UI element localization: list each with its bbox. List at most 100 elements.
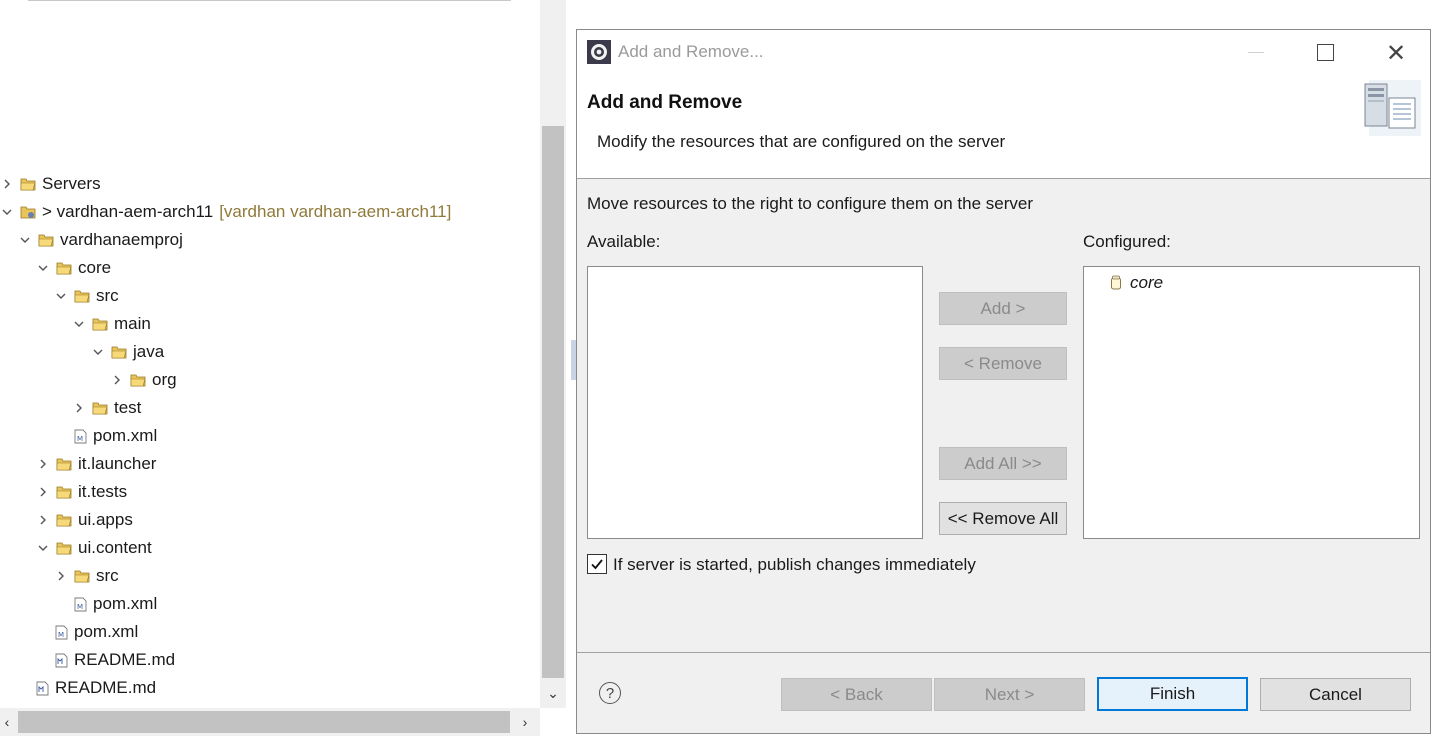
chevron-down-icon[interactable]: [91, 345, 105, 359]
chevron-left-icon[interactable]: ‹: [0, 714, 14, 730]
horizontal-scrollbar[interactable]: ‹ ›: [0, 708, 540, 736]
folder-icon: [111, 346, 127, 359]
tree-item-main[interactable]: main: [72, 310, 151, 338]
back-button[interactable]: < Back: [781, 678, 932, 711]
list-item-label: core: [1130, 273, 1164, 292]
vertical-scrollbar[interactable]: ⌄: [540, 0, 566, 708]
page-description: Modify the resources that are configured…: [597, 132, 1006, 151]
markdown-file-icon: [55, 653, 68, 667]
project-folder-icon: [20, 206, 36, 219]
tree-item-label: pom.xml: [93, 426, 158, 445]
maven-file-icon: M: [55, 625, 68, 639]
chevron-right-icon[interactable]: [36, 513, 50, 527]
folder-icon: [38, 234, 54, 247]
tree-item-label: java: [133, 342, 165, 361]
tree-item-label: src: [96, 566, 119, 585]
chevron-down-icon[interactable]: [72, 317, 86, 331]
tree-item-label: ui.content: [78, 538, 152, 557]
tree-item-it-tests[interactable]: it.tests: [36, 478, 127, 506]
configured-list[interactable]: core: [1083, 266, 1420, 539]
scrollbar-thumb[interactable]: [542, 126, 564, 678]
folder-icon: [56, 458, 72, 471]
finish-button[interactable]: Finish: [1097, 677, 1248, 711]
chevron-down-icon[interactable]: [36, 541, 50, 555]
tree-item-pom-xml[interactable]: M pom.xml: [74, 422, 157, 450]
tree-item-pom-xml[interactable]: M pom.xml: [55, 618, 138, 646]
tree-item-src[interactable]: src: [54, 282, 119, 310]
configured-label: Configured:: [1083, 232, 1171, 251]
open-folder-icon: [20, 178, 36, 191]
chevron-down-icon[interactable]: [54, 289, 68, 303]
chevron-right-icon[interactable]: ›: [518, 714, 532, 730]
page-title: Add and Remove: [587, 92, 743, 113]
publish-checkbox-label[interactable]: If server is started, publish changes im…: [613, 555, 976, 575]
tree-item-label: ui.apps: [78, 510, 133, 529]
tree-item-label: > vardhan-aem-arch11: [42, 202, 214, 221]
tree-item-test[interactable]: test: [72, 394, 141, 422]
tree-item-ui-apps[interactable]: ui.apps: [36, 506, 133, 534]
tree-item-label: it.launcher: [78, 454, 157, 473]
tree-item-project[interactable]: > vardhan-aem-arch11 [vardhan vardhan-ae…: [0, 198, 451, 226]
dialog-window-title: Add and Remove...: [618, 42, 764, 61]
tree-item-readme[interactable]: README.md: [36, 674, 156, 702]
chevron-right-icon[interactable]: [72, 401, 86, 415]
svg-text:M: M: [58, 631, 64, 639]
chevron-right-icon[interactable]: [36, 485, 50, 499]
folder-icon: [130, 374, 146, 387]
add-button[interactable]: Add >: [939, 292, 1067, 325]
chevron-down-icon[interactable]: [18, 233, 32, 247]
maven-file-icon: M: [74, 429, 87, 443]
chevron-down-icon[interactable]: [0, 205, 14, 219]
list-item[interactable]: core: [1110, 273, 1163, 293]
tree-item-org[interactable]: org: [110, 366, 177, 394]
git-decoration: [vardhan vardhan-aem-arch11]: [219, 202, 452, 221]
tree-item-label: README.md: [55, 678, 157, 697]
add-all-button[interactable]: Add All >>: [939, 447, 1067, 480]
folder-icon: [74, 290, 90, 303]
publish-checkbox[interactable]: [587, 554, 607, 574]
chevron-right-icon[interactable]: [54, 569, 68, 583]
folder-icon: [56, 262, 72, 275]
folder-icon: [92, 402, 108, 415]
close-button[interactable]: ✕: [1373, 38, 1419, 68]
tree-item-servers[interactable]: Servers: [0, 170, 101, 198]
next-button[interactable]: Next >: [934, 678, 1085, 711]
markdown-file-icon: [36, 681, 49, 695]
tree-item-label: src: [96, 286, 119, 305]
cancel-button[interactable]: Cancel: [1260, 678, 1411, 711]
tree-item-src[interactable]: src: [54, 562, 119, 590]
tree-item-it-launcher[interactable]: it.launcher: [36, 450, 156, 478]
maven-file-icon: M: [74, 597, 87, 611]
folder-icon: [56, 542, 72, 555]
folder-icon: [56, 486, 72, 499]
remove-button[interactable]: < Remove: [939, 347, 1067, 380]
tree-item-java[interactable]: java: [91, 338, 164, 366]
chevron-down-icon[interactable]: ⌄: [544, 684, 562, 702]
tree-item-label: main: [114, 314, 151, 333]
instructions-text: Move resources to the right to configure…: [587, 194, 1034, 213]
tree-item-core[interactable]: core: [36, 254, 111, 282]
folder-icon: [56, 514, 72, 527]
svg-text:M: M: [77, 435, 83, 443]
scrollbar-thumb[interactable]: [18, 711, 510, 733]
minimize-button[interactable]: [1232, 38, 1278, 68]
tree-item-pom-xml[interactable]: M pom.xml: [74, 590, 157, 618]
tree-item-ui-content[interactable]: ui.content: [36, 534, 152, 562]
folder-icon: [92, 318, 108, 331]
project-explorer: Servers > vardhan-aem-arch11 [vardhan va…: [0, 0, 540, 708]
remove-all-button[interactable]: << Remove All: [939, 502, 1067, 535]
chevron-down-icon[interactable]: [36, 261, 50, 275]
chevron-right-icon[interactable]: [36, 457, 50, 471]
tree-item-label: Servers: [42, 174, 101, 193]
dialog-titlebar[interactable]: Add and Remove... ✕: [577, 30, 1430, 76]
tree-item-readme[interactable]: README.md: [55, 646, 175, 674]
maximize-button[interactable]: [1303, 38, 1349, 68]
tree-item-vardhanaemproj[interactable]: vardhanaemproj: [18, 226, 183, 254]
chevron-right-icon[interactable]: [0, 177, 14, 191]
available-list[interactable]: [587, 266, 923, 539]
tree-item-label: it.tests: [78, 482, 128, 501]
tree-item-label: core: [78, 258, 112, 277]
checkmark-icon: [591, 559, 603, 570]
chevron-right-icon[interactable]: [110, 373, 124, 387]
help-icon[interactable]: ?: [599, 682, 621, 704]
